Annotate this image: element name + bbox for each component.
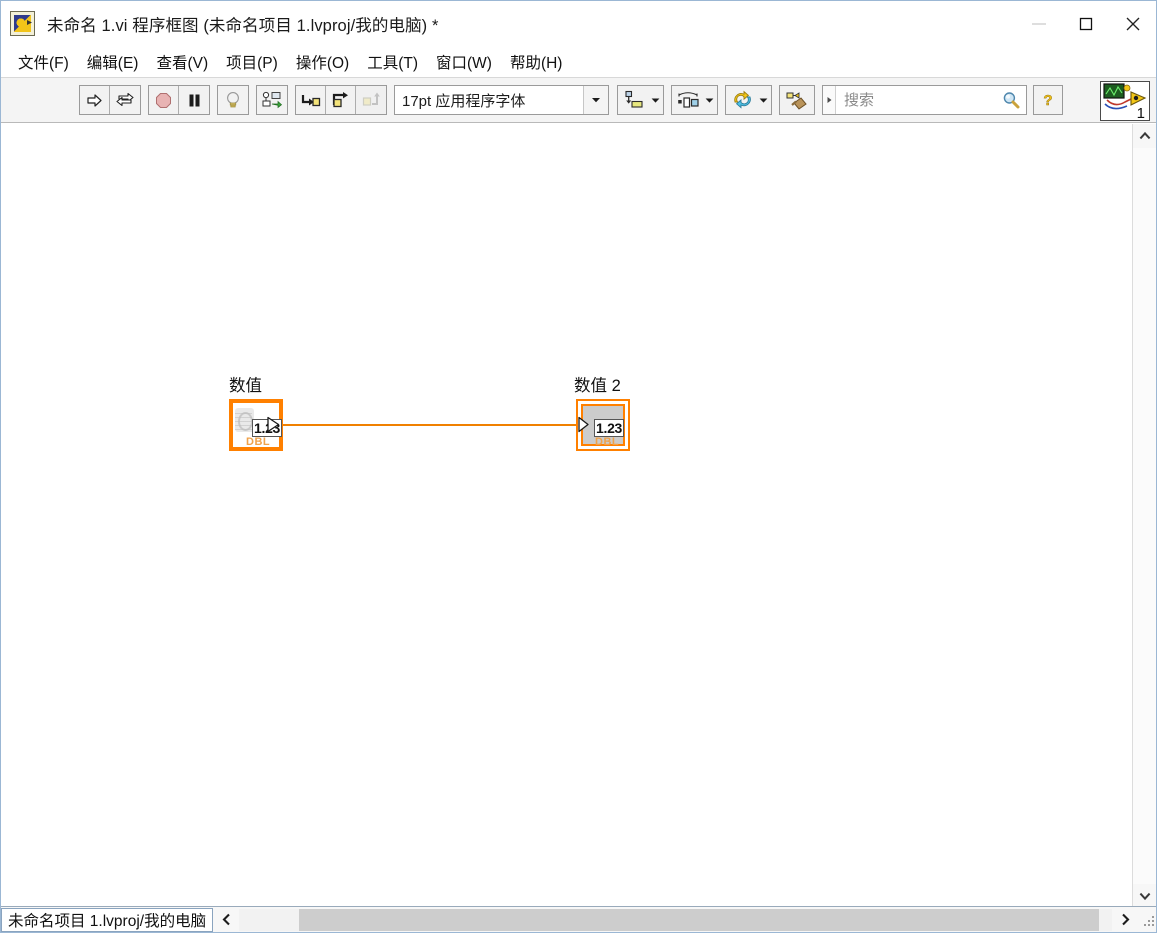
project-path-label: 未命名项目 1.lvproj/我的电脑 [1,907,214,932]
svg-text:?: ? [1043,92,1052,109]
search-icon[interactable] [996,91,1026,109]
reorder-objects-dropdown[interactable] [725,85,772,115]
chevron-up-icon [1139,131,1151,140]
title-bar: 未命名 1.vi 程序框图 (未命名项目 1.lvproj/我的电脑) * [1,1,1156,46]
chevron-down-icon[interactable] [703,97,715,104]
wire-dbl[interactable] [279,424,579,426]
diagram-surface[interactable]: 数值 1.23 DBL 数值 2 1.23 DBL [1,124,1134,907]
scroll-down-button[interactable] [1133,884,1156,908]
run-continuously-button[interactable] [110,86,140,114]
reorder-icon [728,87,757,113]
chevron-down-icon[interactable] [757,97,769,104]
control-terminal-datatype: DBL [246,436,271,448]
indicator-terminal-datatype: DBL [595,436,620,448]
step-out-button[interactable] [356,86,386,114]
abort-pause-group [148,85,210,115]
highlight-group [217,85,249,115]
vi-icon-number: 1 [1136,105,1145,121]
chevron-right-icon [1121,913,1129,926]
menu-window[interactable]: 窗口(W) [427,48,501,76]
labview-app-icon [10,11,35,36]
minimize-button[interactable] [1015,1,1062,46]
menu-tools[interactable]: 工具(T) [358,48,427,76]
search-input[interactable] [836,90,996,110]
indicator-label[interactable]: 数值 2 [574,372,621,396]
menu-edit[interactable]: 编辑(E) [78,48,148,76]
horizontal-scroll-thumb[interactable] [299,908,1100,931]
run-group [79,85,141,115]
menu-bar: 文件(F) 编辑(E) 查看(V) 项目(P) 操作(O) 工具(T) 窗口(W… [1,46,1156,78]
chevron-down-icon[interactable] [649,97,661,104]
font-selector[interactable]: 17pt 应用程序字体 [394,85,609,115]
retain-values-group [256,85,288,115]
status-bar: 未命名项目 1.lvproj/我的电脑 [1,906,1156,932]
distribute-objects-dropdown[interactable] [671,85,718,115]
vertical-scrollbar[interactable] [1132,124,1156,908]
abort-execution-button[interactable] [149,86,179,114]
highlight-execution-button[interactable] [218,86,248,114]
close-button[interactable] [1109,1,1156,46]
chevron-left-icon [222,913,230,926]
question-mark-icon: ? [1043,92,1053,109]
window-controls [1015,1,1156,46]
indicator-terminal-value: 1.23 [594,419,625,437]
distribute-icon [674,87,703,113]
cleanup-diagram-button[interactable] [779,85,815,115]
step-over-button[interactable] [326,86,356,114]
control-label[interactable]: 数值 [229,372,262,396]
font-selector-value: 17pt 应用程序字体 [402,92,526,110]
vertical-scroll-track[interactable] [1133,148,1156,884]
scroll-right-button[interactable] [1112,907,1138,932]
menu-help[interactable]: 帮助(H) [501,48,572,76]
run-button[interactable] [80,86,110,114]
step-into-button[interactable] [296,86,326,114]
scroll-up-button[interactable] [1133,124,1156,148]
context-help-button[interactable]: ? [1033,85,1063,115]
cleanup-icon [786,91,807,110]
block-diagram-canvas[interactable]: 数值 1.23 DBL 数值 2 1.23 DBL [1,124,1156,908]
pause-button[interactable] [179,86,209,114]
horizontal-scroll-track[interactable] [239,908,1112,931]
menu-operate[interactable]: 操作(O) [287,48,358,76]
align-icon [620,87,649,113]
vi-icon[interactable]: 1 [1100,81,1150,121]
menu-project[interactable]: 项目(P) [217,48,287,76]
step-group [295,85,387,115]
menu-view[interactable]: 查看(V) [147,48,217,76]
control-output-arrow-icon [267,416,280,433]
scroll-left-button[interactable] [213,907,240,932]
search-box[interactable] [822,85,1027,115]
retain-wire-values-button[interactable] [257,86,287,114]
maximize-button[interactable] [1062,1,1109,46]
chevron-down-icon[interactable] [583,86,608,114]
align-objects-dropdown[interactable] [617,85,664,115]
window-title: 未命名 1.vi 程序框图 (未命名项目 1.lvproj/我的电脑) * [47,16,439,35]
search-expand-handle[interactable] [823,86,836,114]
chevron-down-icon [1139,892,1151,901]
labview-block-diagram-window: 未命名 1.vi 程序框图 (未命名项目 1.lvproj/我的电脑) * 文件… [0,0,1157,933]
toolbar: 17pt 应用程序字体 搜索 ? 1 [1,78,1156,123]
menu-file[interactable]: 文件(F) [9,48,78,76]
resize-grip[interactable] [1138,908,1156,932]
indicator-input-arrow-icon [578,416,589,433]
